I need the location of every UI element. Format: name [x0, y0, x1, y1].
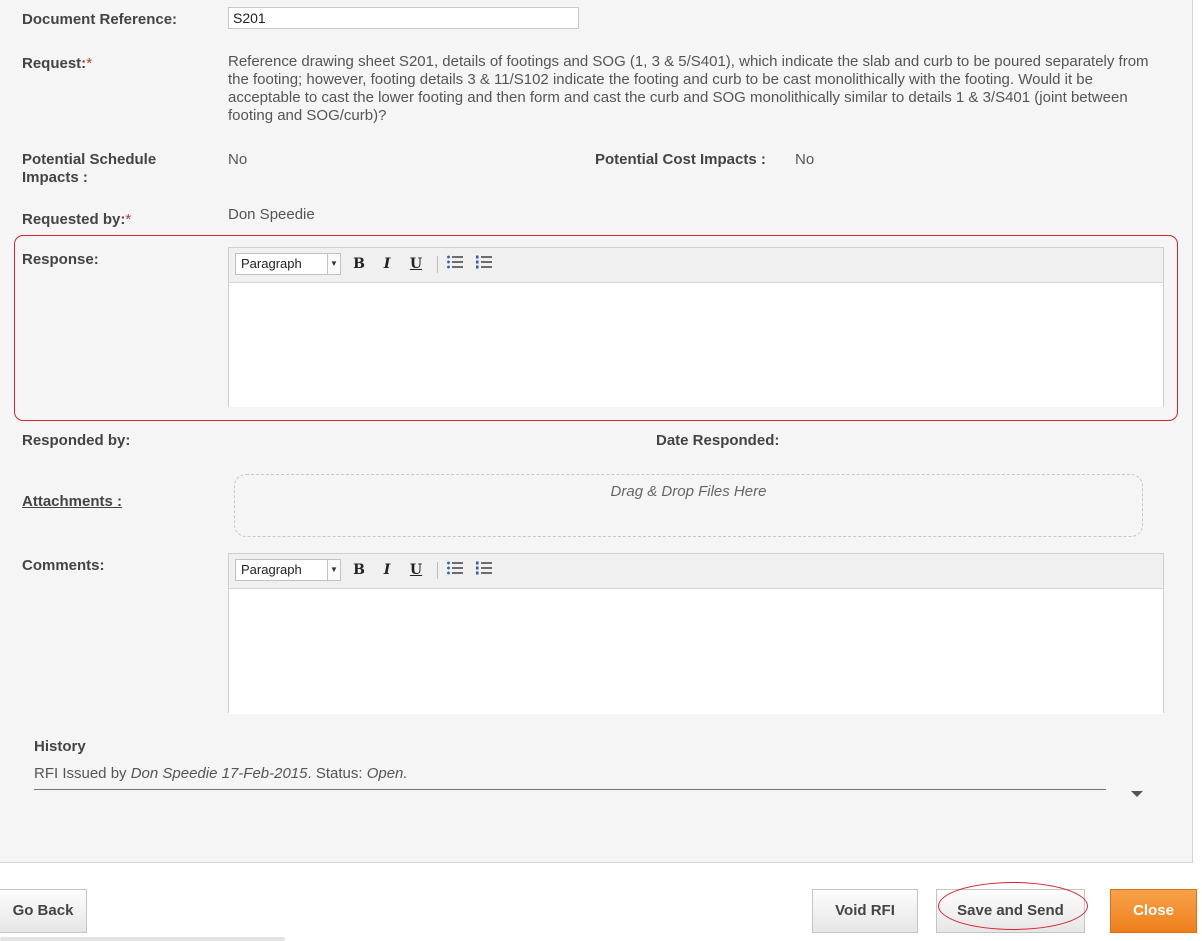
- italic-button[interactable]: I: [377, 560, 397, 580]
- date-responded-label: Date Responded:: [656, 432, 780, 449]
- bold-button[interactable]: B: [349, 560, 369, 580]
- history-status: Open.: [366, 765, 408, 782]
- history-title: History: [34, 738, 86, 755]
- comments-editor-toolbar: Paragraph ▼ B I U: [229, 554, 1163, 589]
- request-label-text: Request:: [22, 55, 87, 72]
- request-label: Request:*: [22, 55, 92, 73]
- save-annotation-circle: [938, 882, 1088, 930]
- toolbar-divider: [437, 562, 438, 579]
- requested-by-label-text: Requested by:: [22, 211, 126, 228]
- history-user-date: Don Speedie 17-Feb-2015: [130, 765, 308, 782]
- cost-impacts-value: No: [795, 151, 815, 168]
- file-dropzone[interactable]: Drag & Drop Files Here: [234, 474, 1143, 537]
- close-button[interactable]: Close: [1110, 889, 1197, 933]
- rfi-form-panel: Document Reference: Request:* Reference …: [0, 0, 1193, 863]
- schedule-impacts-label: Potential Schedule Impacts :: [22, 151, 156, 187]
- attachments-link[interactable]: Attachments :: [22, 493, 122, 510]
- cost-impacts-label: Potential Cost Impacts :: [595, 151, 766, 168]
- comments-editor-body[interactable]: [229, 589, 1163, 714]
- schedule-label-line1: Potential Schedule: [22, 151, 157, 168]
- caret-down-icon[interactable]: [1131, 791, 1143, 797]
- requested-by-label: Requested by:*: [22, 211, 131, 229]
- responded-by-label: Responded by:: [22, 432, 131, 449]
- doc-ref-input[interactable]: [228, 7, 579, 29]
- comments-label: Comments:: [22, 557, 105, 574]
- doc-ref-label: Document Reference:: [22, 11, 178, 28]
- numbered-list-icon[interactable]: [474, 560, 494, 580]
- attachments-label[interactable]: Attachments :: [22, 493, 122, 511]
- request-text: Reference drawing sheet S201, details of…: [228, 53, 1149, 124]
- requested-by-value: Don Speedie: [228, 206, 315, 223]
- void-rfi-button[interactable]: Void RFI: [812, 889, 918, 933]
- underline-button[interactable]: U: [406, 560, 426, 580]
- horizontal-scrollbar[interactable]: [0, 937, 285, 941]
- required-mark: *: [125, 211, 132, 228]
- history-divider: [34, 789, 1106, 790]
- history-entry: RFI Issued by Don Speedie 17-Feb-2015. S…: [34, 765, 408, 782]
- go-back-button[interactable]: Go Back: [0, 889, 87, 933]
- chevron-down-icon: ▼: [327, 560, 340, 580]
- schedule-impacts-value: No: [228, 151, 248, 168]
- history-status-prefix: . Status:: [307, 765, 367, 782]
- history-prefix: RFI Issued by: [34, 765, 131, 782]
- bullet-list-icon[interactable]: [445, 560, 465, 580]
- schedule-label-line2: Impacts :: [22, 169, 88, 186]
- response-annotation-box: [14, 235, 1178, 421]
- comments-editor: Paragraph ▼ B I U: [228, 553, 1164, 714]
- format-value: Paragraph: [241, 562, 302, 577]
- comments-format-select[interactable]: Paragraph ▼: [235, 559, 341, 581]
- required-mark: *: [86, 55, 93, 72]
